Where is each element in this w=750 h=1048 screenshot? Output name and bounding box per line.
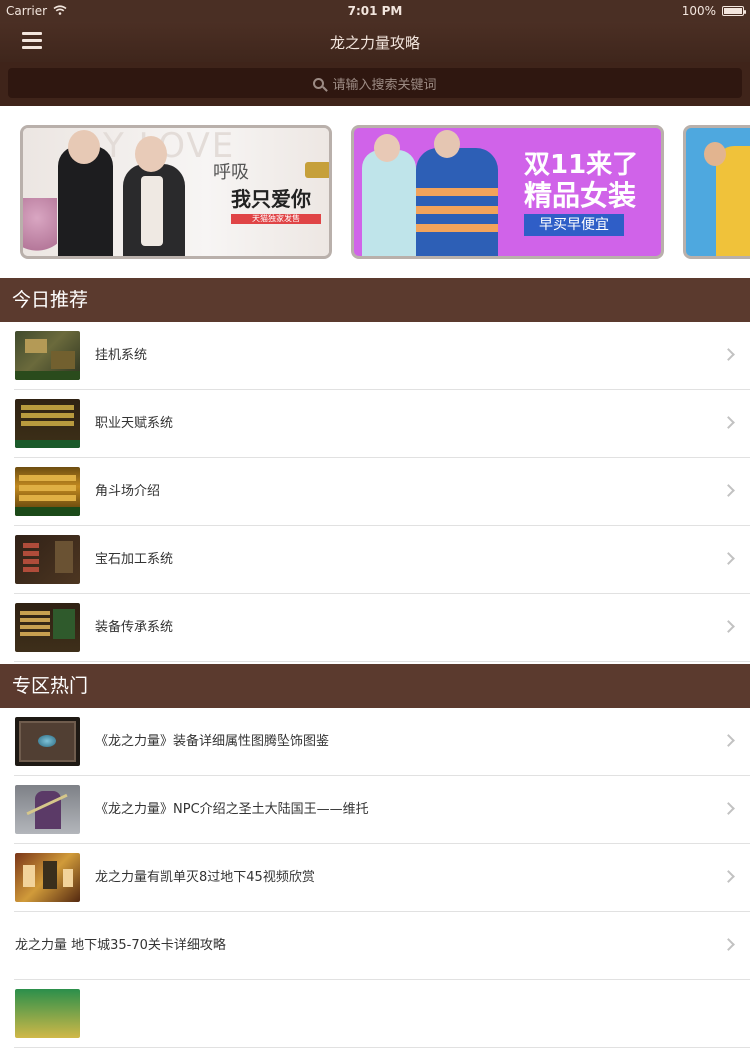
thumbnail-image: [15, 331, 80, 380]
chevron-right-icon: [722, 802, 735, 815]
thumbnail-image: [15, 467, 80, 516]
banner-couple-promo[interactable]: Y LOVE 呼吸 我只爱你 天猫独家发售: [20, 125, 332, 259]
list-item-label: 装备传承系统: [95, 620, 174, 635]
list-item[interactable]: [0, 980, 750, 1048]
scarf-decoration: [141, 176, 163, 246]
flower-decoration: [23, 198, 57, 256]
status-right: 100%: [681, 4, 746, 18]
thumbnail-image: [15, 853, 80, 902]
list-item-label: 职业天赋系统: [95, 416, 174, 431]
brand-badge-icon: [305, 162, 329, 178]
coat-stripe: [416, 206, 498, 214]
model-head-right: [434, 130, 460, 158]
thumbnail-image: [15, 717, 80, 766]
chevron-right-icon: [722, 416, 735, 429]
search-placeholder: 请输入搜索关键词: [332, 77, 437, 93]
section-header-hot: 专区热门: [0, 664, 750, 708]
thumbnail-image: [15, 535, 80, 584]
banner-cta: 早买早便宜: [524, 214, 624, 236]
chevron-right-icon: [722, 484, 735, 497]
status-bar: Carrier 7:01 PM 100%: [0, 0, 750, 22]
list-item[interactable]: 职业天赋系统: [0, 390, 750, 458]
chevron-right-icon: [722, 620, 735, 633]
model-figure-left: [362, 150, 416, 256]
list-item[interactable]: 《龙之力量》装备详细属性图腾坠饰图鉴: [0, 708, 750, 776]
list-item[interactable]: 角斗场介绍: [0, 458, 750, 526]
woman-head: [135, 136, 167, 172]
thumbnail-image: [15, 399, 80, 448]
list-item-label: 龙之力量 地下城35-70关卡详细攻略: [15, 938, 226, 953]
list-item-label: 角斗场介绍: [95, 484, 161, 499]
list-item-label: 《龙之力量》NPC介绍之圣土大陆国王——维托: [95, 802, 369, 817]
list-item[interactable]: 龙之力量 地下城35-70关卡详细攻略: [0, 912, 750, 980]
status-time: 7:01 PM: [347, 4, 403, 18]
chevron-right-icon: [722, 938, 735, 951]
figure-head: [704, 142, 726, 166]
coat-stripe: [416, 224, 498, 232]
banner-partial[interactable]: [683, 125, 750, 259]
chevron-right-icon: [722, 870, 735, 883]
banner-subheadline: 呼吸: [213, 162, 249, 183]
list-item-label: 宝石加工系统: [95, 552, 174, 567]
list-item[interactable]: 龙之力量有凯单灭8过地下45视频欣赏: [0, 844, 750, 912]
banner-womens-wear[interactable]: 双11来了 精品女装 早买早便宜: [351, 125, 664, 259]
banner-headline: 我只爱你: [231, 187, 311, 211]
list-item[interactable]: 装备传承系统: [0, 594, 750, 662]
chevron-right-icon: [722, 348, 735, 361]
model-head-left: [374, 134, 400, 162]
man-head: [68, 130, 100, 164]
chevron-right-icon: [722, 552, 735, 565]
banner-tag: 天猫独家发售: [231, 214, 321, 224]
banner-line-2: 精品女装: [524, 179, 637, 212]
search-area: 请输入搜索关键词: [0, 62, 750, 106]
thumbnail-image: [15, 785, 80, 834]
search-input[interactable]: 请输入搜索关键词: [8, 68, 742, 98]
list-item[interactable]: 挂机系统: [0, 322, 750, 390]
battery-icon: [722, 6, 746, 16]
list-item[interactable]: 宝石加工系统: [0, 526, 750, 594]
battery-percent: 100%: [681, 4, 716, 18]
thumbnail-image: [15, 603, 80, 652]
list-today: 挂机系统 职业天赋系统 角斗场介绍 宝石加工系统 装备传承系统: [0, 322, 750, 662]
banner-carousel[interactable]: Y LOVE 呼吸 我只爱你 天猫独家发售 双11来了 精品女装 早买早便宜: [0, 106, 750, 278]
section-header-today: 今日推荐: [0, 278, 750, 322]
list-item-label: 龙之力量有凯单灭8过地下45视频欣赏: [95, 870, 315, 885]
list-item-label: 《龙之力量》装备详细属性图腾坠饰图鉴: [95, 734, 330, 749]
coat-stripe: [416, 188, 498, 196]
page-title: 龙之力量攻略: [329, 34, 420, 52]
list-hot: 《龙之力量》装备详细属性图腾坠饰图鉴 《龙之力量》NPC介绍之圣土大陆国王——维…: [0, 708, 750, 1048]
model-figure-right: [416, 148, 498, 256]
chevron-right-icon: [722, 734, 735, 747]
list-item-label: 挂机系统: [95, 348, 148, 363]
thumbnail-image: [15, 989, 80, 1038]
list-item[interactable]: 《龙之力量》NPC介绍之圣土大陆国王——维托: [0, 776, 750, 844]
navigation-bar: 龙之力量攻略: [0, 22, 750, 62]
search-icon: [313, 77, 325, 89]
